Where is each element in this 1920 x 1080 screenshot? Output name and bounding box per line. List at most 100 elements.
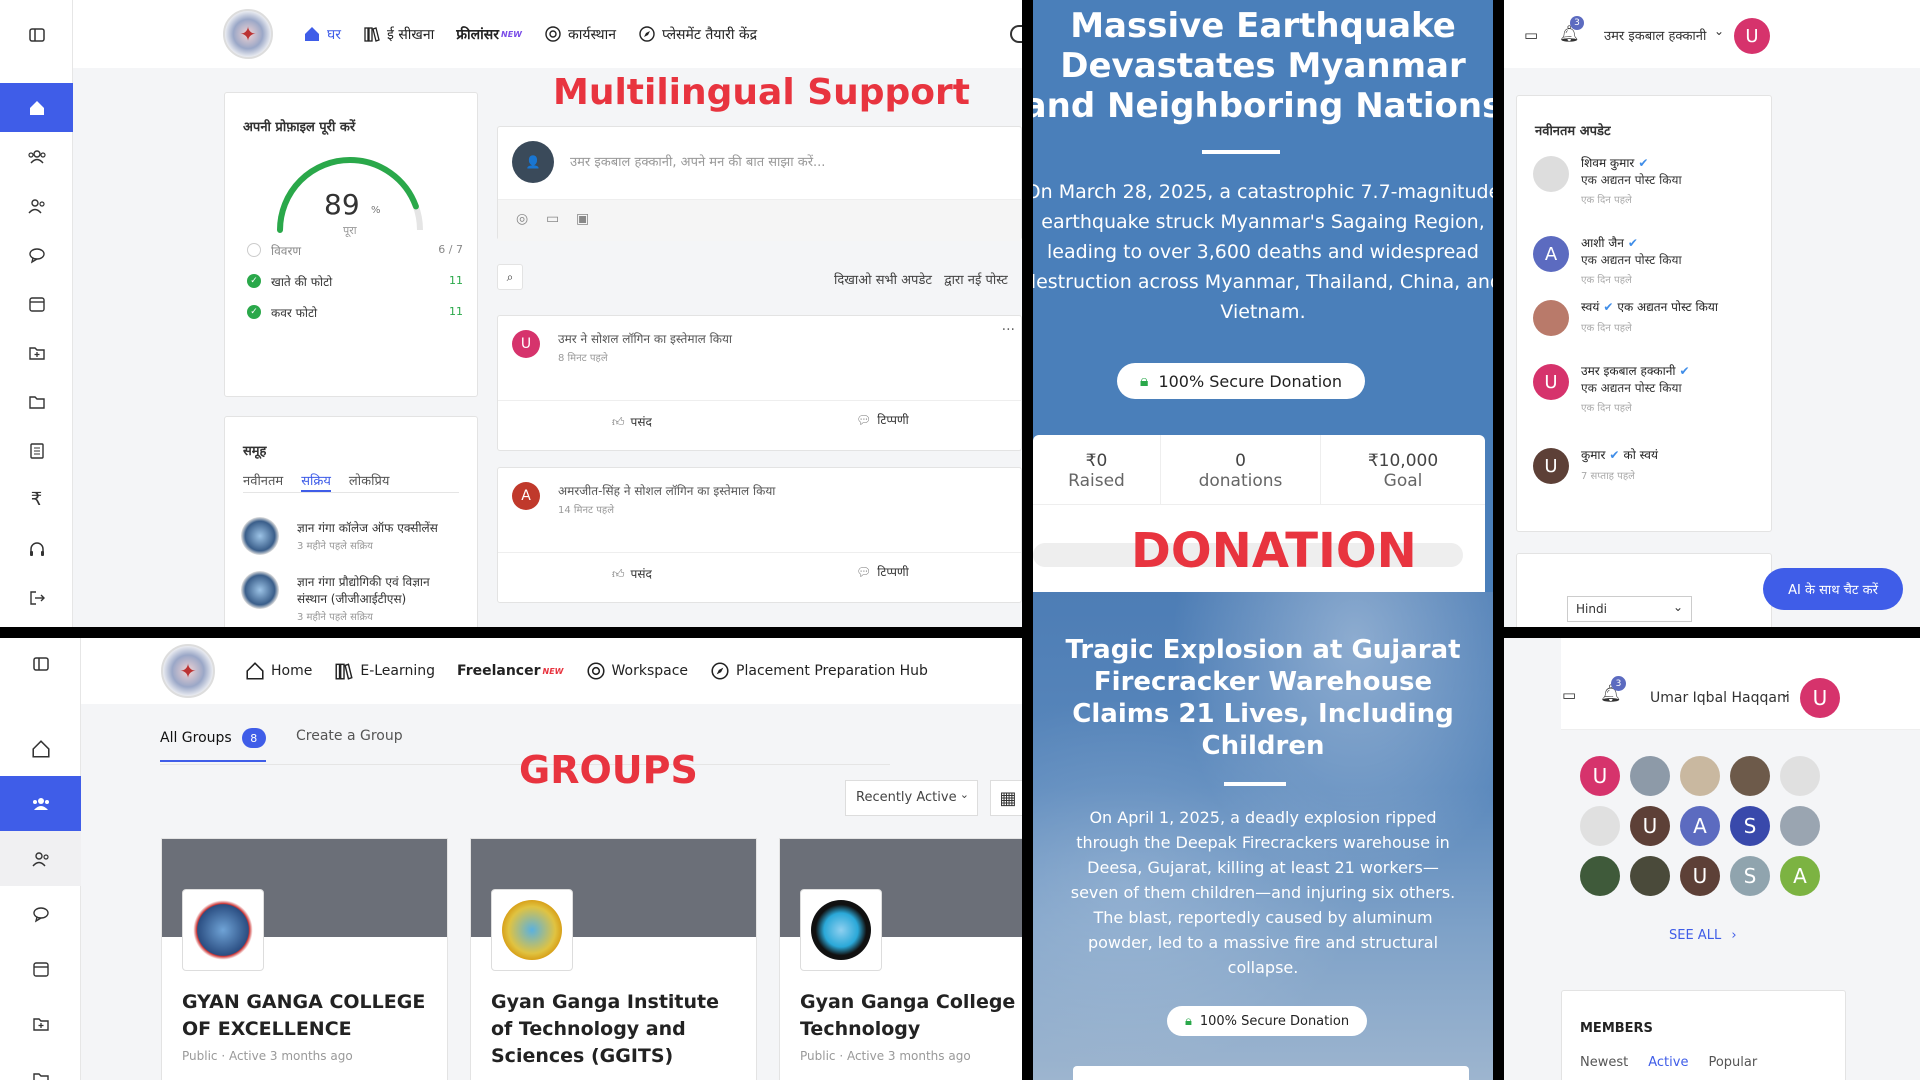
sort-select[interactable]: Recently Active ⌄ xyxy=(845,780,978,816)
update-avatar[interactable] xyxy=(1533,156,1569,192)
nav-elearning[interactable]: E-Learning xyxy=(334,661,435,681)
member-avatar[interactable]: U xyxy=(1630,806,1670,846)
update-avatar[interactable]: U xyxy=(1533,448,1569,484)
group-name[interactable]: ज्ञान गंगा कॉलेज ऑफ एक्सीलेंस xyxy=(297,520,462,537)
nav-freelancer[interactable]: Freelancer NEW xyxy=(457,663,563,679)
member-avatar[interactable]: A xyxy=(1680,806,1720,846)
see-all-link[interactable]: SEE ALL › xyxy=(1669,928,1737,943)
feed-search-icon[interactable]: ⌕ xyxy=(497,264,523,290)
grid-view-icon[interactable]: ▦ xyxy=(990,780,1022,816)
logout-icon[interactable] xyxy=(0,573,73,622)
group-tab-0[interactable]: नवीनतम xyxy=(243,471,283,492)
composer-input[interactable]: उमर इकबाल हक्कानी, अपने मन की बात साझा क… xyxy=(570,152,825,170)
group-card[interactable]: Gyan Ganga Institute of Technology and S… xyxy=(470,838,757,1080)
update-avatar[interactable] xyxy=(1533,300,1569,336)
home-icon[interactable] xyxy=(0,721,81,776)
user-name[interactable]: Umar Iqbal Haqqani xyxy=(1650,690,1790,706)
user-avatar[interactable]: U xyxy=(1800,678,1840,718)
inbox-icon[interactable]: ▭ xyxy=(1562,686,1576,704)
like-button[interactable]: 👍︎ पसंद xyxy=(612,565,652,582)
group-name[interactable]: GYAN GANGA COLLEGE OF EXCELLENCE xyxy=(182,989,437,1043)
nav-placement[interactable]: Placement Preparation Hub xyxy=(710,661,928,681)
members-icon[interactable] xyxy=(0,831,81,886)
site-logo[interactable]: ✦ xyxy=(223,9,273,59)
tab-create-group[interactable]: Create a Group xyxy=(296,728,403,744)
group-tab-1[interactable]: सक्रिय xyxy=(301,471,331,492)
tab-all-groups[interactable]: All Groups 8 xyxy=(160,728,266,762)
chevron-down-icon[interactable]: ⌄ xyxy=(1780,686,1791,701)
folder-icon[interactable] xyxy=(0,1051,81,1080)
more-options-icon[interactable]: ··· xyxy=(1002,322,1015,338)
nav-workspace[interactable]: Workspace xyxy=(586,661,688,681)
home-icon[interactable] xyxy=(0,83,73,132)
document-icon[interactable] xyxy=(0,426,73,475)
update-name[interactable]: स्वयं ✔ एक अद्यतन पोस्ट किया xyxy=(1581,298,1718,315)
members-icon[interactable] xyxy=(0,181,73,230)
user-name[interactable]: उमर इकबाल हक्कानी xyxy=(1604,26,1706,44)
feed-filter[interactable]: दिखाओ सभी अपडेट द्वारा नई पोस्ट xyxy=(834,270,1008,288)
member-avatar[interactable] xyxy=(1630,756,1670,796)
update-avatar[interactable]: U xyxy=(1533,364,1569,400)
member-avatar[interactable]: A xyxy=(1780,856,1820,896)
update-name[interactable]: उमर इकबाल हक्कानी ✔ xyxy=(1581,362,1690,379)
calendar-icon[interactable] xyxy=(0,279,73,328)
secure-donation-button[interactable]: 🔒︎ 100% Secure Donation xyxy=(1117,363,1365,399)
folder-add-icon[interactable] xyxy=(0,328,73,377)
update-name[interactable]: आशी जैन ✔ xyxy=(1581,234,1638,251)
comment-button[interactable]: 💬︎ टिप्पणी xyxy=(856,411,909,428)
group-name[interactable]: ज्ञान गंगा प्रौद्योगिकी एवं विज्ञान संस्… xyxy=(297,574,462,608)
folder-icon[interactable] xyxy=(0,377,73,426)
document-icon[interactable]: ▣ xyxy=(576,211,589,227)
member-avatar[interactable]: U xyxy=(1580,756,1620,796)
user-avatar[interactable]: U xyxy=(1734,18,1770,54)
language-select[interactable]: Hindi ⌄ xyxy=(1567,596,1692,622)
search-icon[interactable] xyxy=(1010,25,1022,43)
update-name[interactable]: कुमार ✔ को स्वयं xyxy=(1581,446,1658,463)
group-name[interactable]: Gyan Ganga Institute of Technology and S… xyxy=(491,989,746,1070)
groups-icon[interactable] xyxy=(0,132,73,181)
folder-add-icon[interactable] xyxy=(0,996,81,1051)
nav-home[interactable]: घर xyxy=(303,25,341,44)
member-avatar[interactable] xyxy=(1630,856,1670,896)
chevron-down-icon[interactable]: ⌄ xyxy=(1714,24,1724,38)
members-tab-active[interactable]: Active xyxy=(1648,1055,1688,1070)
video-icon[interactable]: ▭ xyxy=(546,211,559,227)
member-avatar[interactable] xyxy=(1730,756,1770,796)
nav-elearning[interactable]: ई सीखना xyxy=(363,25,434,44)
calendar-icon[interactable] xyxy=(0,941,81,996)
post-avatar[interactable]: U xyxy=(512,330,540,358)
like-button[interactable]: 👍︎ पसंद xyxy=(612,413,652,430)
group-tab-2[interactable]: लोकप्रिय xyxy=(349,471,389,492)
sidebar-toggle-icon[interactable] xyxy=(0,10,73,59)
members-tab-newest[interactable]: Newest xyxy=(1580,1055,1628,1070)
post-avatar[interactable]: A xyxy=(512,482,540,510)
second-secure-donation-button[interactable]: 🔒︎ 100% Secure Donation xyxy=(1167,1006,1367,1036)
update-avatar[interactable]: A xyxy=(1533,236,1569,272)
member-avatar[interactable] xyxy=(1580,856,1620,896)
ai-chat-button[interactable]: AI के साथ चैट करें xyxy=(1763,568,1903,610)
headphones-icon[interactable] xyxy=(0,524,73,573)
member-avatar[interactable] xyxy=(1580,806,1620,846)
inbox-icon[interactable]: ▭ xyxy=(1524,26,1538,44)
members-tab-popular[interactable]: Popular xyxy=(1708,1055,1757,1070)
chat-icon[interactable] xyxy=(0,886,81,941)
rupee-icon[interactable]: ₹ xyxy=(0,475,73,524)
member-avatar[interactable] xyxy=(1680,756,1720,796)
nav-workspace[interactable]: कार्यस्थान xyxy=(544,25,616,44)
update-name[interactable]: शिवम कुमार ✔ xyxy=(1581,154,1648,171)
groups-icon[interactable] xyxy=(0,776,81,831)
camera-icon[interactable]: ◎ xyxy=(516,211,528,227)
group-name[interactable]: Gyan Ganga College of Technology xyxy=(800,989,1022,1043)
group-card[interactable]: Gyan Ganga College of Technology Public ·… xyxy=(779,838,1022,1080)
chat-icon[interactable] xyxy=(0,230,73,279)
sidebar-toggle-icon[interactable] xyxy=(0,638,81,690)
nav-freelancer[interactable]: फ्रीलांसर NEW xyxy=(456,25,522,44)
member-avatar[interactable]: S xyxy=(1730,856,1770,896)
member-avatar[interactable] xyxy=(1780,756,1820,796)
member-avatar[interactable] xyxy=(1780,806,1820,846)
nav-home[interactable]: Home xyxy=(245,661,312,681)
member-avatar[interactable]: S xyxy=(1730,806,1770,846)
group-card[interactable]: GYAN GANGA COLLEGE OF EXCELLENCE Public ·… xyxy=(161,838,448,1080)
site-logo[interactable]: ✦ xyxy=(161,644,215,698)
comment-button[interactable]: 💬︎ टिप्पणी xyxy=(856,563,909,580)
